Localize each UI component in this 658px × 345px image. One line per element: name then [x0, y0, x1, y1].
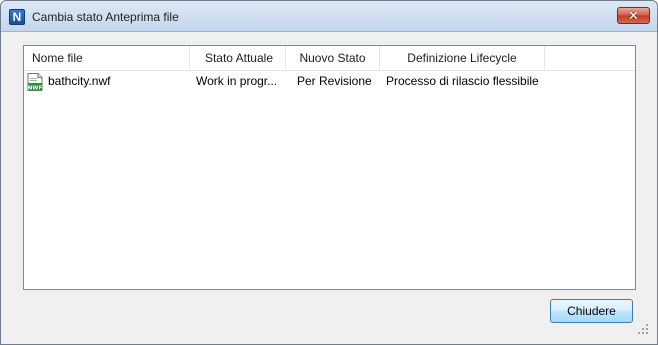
- close-icon: ✕: [628, 8, 639, 23]
- nwf-file-icon: NWF: [27, 73, 43, 91]
- dialog-window: N Cambia stato Anteprima file ✕ Nome fil…: [0, 0, 658, 345]
- file-list[interactable]: Nome file Stato Attuale Nuovo Stato Defi…: [23, 45, 636, 290]
- current-state-cell: Work in progr...: [196, 74, 278, 88]
- column-header-new-state[interactable]: Nuovo Stato: [286, 46, 380, 70]
- file-name-cell: NWF bathcity.nwf: [24, 71, 190, 91]
- list-header: Nome file Stato Attuale Nuovo Stato Defi…: [24, 46, 635, 71]
- column-header-lifecycle[interactable]: Definizione Lifecycle: [380, 46, 545, 70]
- resize-grip-icon[interactable]: [638, 324, 648, 334]
- title-bar[interactable]: N Cambia stato Anteprima file ✕: [1, 1, 657, 32]
- table-row[interactable]: NWF bathcity.nwf Work in progr... Per Re…: [24, 71, 635, 91]
- new-state-cell: Per Revisione: [297, 74, 372, 88]
- dialog-body: Nome file Stato Attuale Nuovo Stato Defi…: [8, 32, 651, 337]
- close-window-button[interactable]: ✕: [617, 7, 650, 24]
- window-title: Cambia stato Anteprima file: [32, 10, 179, 24]
- column-header-file-name[interactable]: Nome file: [24, 46, 190, 70]
- close-button[interactable]: Chiudere: [550, 299, 633, 323]
- lifecycle-cell: Processo di rilascio flessibile: [386, 74, 539, 88]
- column-header-current-state[interactable]: Stato Attuale: [190, 46, 286, 70]
- svg-text:NWF: NWF: [28, 86, 43, 92]
- file-name-text: bathcity.nwf: [48, 74, 111, 88]
- app-logo-icon: N: [9, 9, 25, 25]
